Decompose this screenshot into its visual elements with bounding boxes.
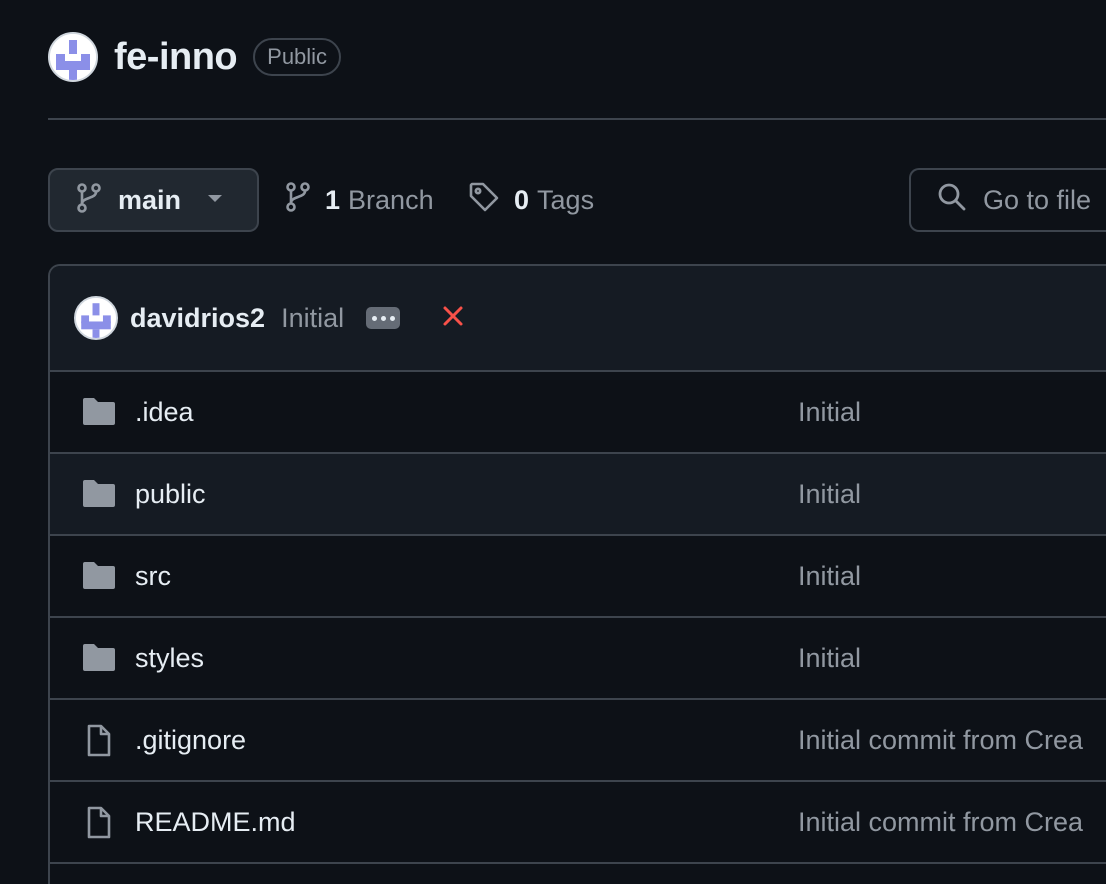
tags-count: 0	[514, 184, 530, 215]
file-commit-message[interactable]: Initial commit from Crea	[798, 725, 1083, 756]
author-avatar[interactable]	[74, 296, 118, 340]
latest-commit-row: davidrios2 Initial	[50, 266, 1106, 372]
folder-icon	[82, 396, 116, 431]
ellipsis-dot	[371, 315, 377, 321]
repo-header: fe-inno Public	[48, 30, 342, 84]
visibility-badge: Public	[253, 38, 342, 76]
file-row[interactable]: .idea Initial	[50, 372, 1106, 454]
file-row[interactable]: styles Initial	[50, 618, 1106, 700]
branches-count: 1	[325, 184, 341, 215]
search-icon	[937, 182, 967, 219]
tags-link[interactable]: 0 Tags	[468, 168, 594, 232]
caret-down-icon	[207, 191, 223, 209]
expand-commit-message-button[interactable]	[366, 307, 401, 329]
file-table: davidrios2 Initial .idea Initial public …	[48, 264, 1106, 884]
go-to-file-input[interactable]: Go to file	[909, 168, 1106, 232]
branches-link[interactable]: 1 Branch	[285, 168, 434, 232]
branch-name: main	[118, 184, 182, 215]
ellipsis-dot	[380, 315, 386, 321]
file-row[interactable]: public Initial	[50, 454, 1106, 536]
x-icon[interactable]	[442, 305, 464, 332]
branches-label: Branch	[348, 184, 434, 215]
file-commit-message[interactable]: Initial	[798, 643, 861, 674]
header-divider	[48, 118, 1106, 120]
file-name[interactable]: README.md	[135, 807, 296, 838]
git-branch-icon	[76, 182, 102, 218]
repo-name[interactable]: fe-inno	[114, 36, 238, 79]
file-name[interactable]: src	[135, 561, 171, 592]
file-commit-message[interactable]: Initial	[798, 397, 861, 428]
tags-label: Tags	[537, 184, 595, 215]
folder-icon	[82, 642, 116, 677]
ellipsis-dot	[389, 315, 395, 321]
file-name[interactable]: public	[135, 479, 206, 510]
file-row[interactable]: .gitignore Initial commit from Crea	[50, 700, 1106, 782]
file-name[interactable]: .idea	[135, 397, 194, 428]
file-icon	[82, 724, 116, 763]
git-branch-icon	[285, 181, 311, 219]
file-row[interactable]: README.md Initial commit from Crea	[50, 782, 1106, 864]
folder-icon	[82, 560, 116, 595]
file-icon	[82, 806, 116, 845]
file-commit-message[interactable]: Initial	[798, 561, 861, 592]
branch-selector-button[interactable]: main	[48, 168, 259, 232]
file-row[interactable]: src Initial	[50, 536, 1106, 618]
file-name[interactable]: styles	[135, 643, 204, 674]
owner-avatar[interactable]	[48, 32, 98, 82]
folder-icon	[82, 478, 116, 513]
go-to-file-placeholder: Go to file	[983, 184, 1092, 215]
file-commit-message[interactable]: Initial	[798, 479, 861, 510]
file-commit-message[interactable]: Initial commit from Crea	[798, 807, 1083, 838]
file-name[interactable]: .gitignore	[135, 725, 246, 756]
commit-author[interactable]: davidrios2	[130, 303, 265, 334]
tag-icon	[468, 181, 500, 220]
commit-message[interactable]: Initial	[281, 303, 344, 334]
